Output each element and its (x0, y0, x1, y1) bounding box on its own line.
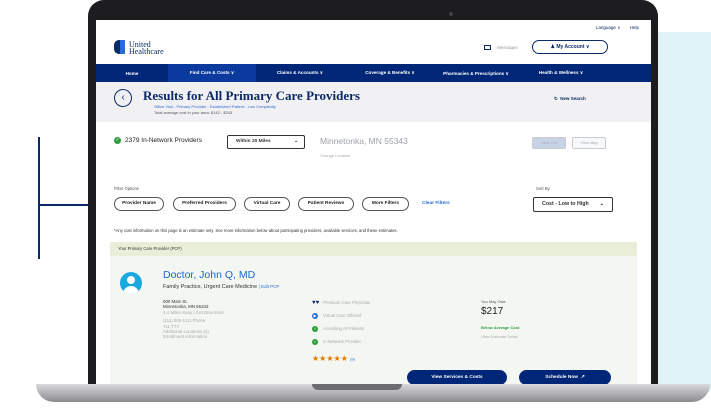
main-nav: Home Find Care & Costs ∨ Claims & Accoun… (96, 64, 651, 82)
new-search-link[interactable]: ↻ New Search (554, 96, 586, 102)
language-link[interactable]: Language ∨ (596, 25, 621, 30)
review-count: (9) (350, 356, 355, 362)
provider-count-label: 2379 In-Network Providers (125, 137, 202, 145)
nav-item-find-care[interactable]: Find Care & Costs ∨ (168, 64, 256, 82)
directions-link[interactable]: 4.4 Miles Away | Get Directions (163, 310, 224, 315)
nav-item-coverage[interactable]: Coverage & Benefits ∨ (344, 70, 436, 76)
cost-note: Below Average Cost (481, 325, 520, 330)
distance-value: Within 20 Miles (236, 139, 271, 144)
filter-virtual-care[interactable]: Virtual Care (244, 197, 290, 211)
help-link[interactable]: Help (630, 25, 639, 30)
edit-pcp-label: Edit PCP (261, 284, 280, 289)
callout-line-vertical (38, 137, 40, 259)
feature-virtual: ▶ Virtual Care Offered (312, 313, 361, 319)
feature-premium-label: Premium Care Physician (323, 300, 371, 305)
chevron-down-icon: ⌄ (293, 139, 298, 144)
you-may-owe-label: You May Owe (481, 299, 506, 304)
filter-preferred-providers[interactable]: Preferred Providers (173, 197, 236, 211)
check-circle-icon: ✓ (312, 326, 318, 332)
logo-icon-accent (120, 40, 125, 54)
laptop-notch (312, 384, 402, 390)
provider-name-link[interactable]: Doctor, John Q, MD (163, 269, 255, 281)
feature-in-network-label: In-Network Provider (323, 339, 361, 345)
screen: Language ∨ Help United Healthcare Messag… (96, 20, 651, 384)
filter-patient-reviews[interactable]: Patient Reviews (298, 197, 354, 211)
video-icon: ▶ (312, 313, 318, 319)
star-rating[interactable]: ★★★★★ (9) (312, 354, 355, 363)
star-icons: ★★★★★ (312, 354, 348, 363)
messages-link[interactable]: Messages (484, 45, 518, 51)
new-search-label: New Search (560, 96, 586, 101)
premium-hearts-icon: ♥♥ (312, 300, 320, 306)
messages-label: Messages (497, 45, 518, 50)
filter-more-filters[interactable]: More Filters (362, 197, 409, 211)
provider-specialty: Family Practice, Urgent Care Medicine | … (163, 284, 279, 290)
filter-options-label: Filter Options (114, 186, 139, 191)
filter-provider-name[interactable]: Provider Name (114, 197, 164, 211)
nav-item-pharmacies[interactable]: Pharmacies & Prescriptions ∨ (436, 71, 516, 76)
estimate-detail-link[interactable]: View Estimate Detail (481, 334, 518, 339)
page-title: Results for All Primary Care Providers (143, 88, 360, 103)
nav-item-home[interactable]: Home (96, 71, 168, 76)
cost-disclaimer: *Any cost information on this page is an… (114, 228, 398, 233)
check-circle-icon: ✓ (114, 137, 121, 144)
change-location-link[interactable]: Change Location (320, 153, 350, 158)
specialty-text: Family Practice, Urgent Care Medicine (163, 284, 258, 290)
procedure-subtitle[interactable]: Office Visit - Primary Provider - Establ… (154, 104, 276, 109)
feature-premium: ♥♥ Premium Care Physician (312, 300, 370, 306)
avatar (120, 272, 142, 294)
view-services-button[interactable]: View Services & Costs (407, 370, 507, 384)
stage: Language ∨ Help United Healthcare Messag… (0, 0, 711, 411)
provider-address: 000 Main St. Minnetonka, MN 55343 4.4 Mi… (163, 299, 224, 340)
check-circle-icon: ✓ (312, 339, 318, 345)
edit-pcp-link[interactable]: | Edit PCP (259, 284, 280, 289)
pcp-header: Your Primary Care Provider (PCP) (110, 242, 637, 256)
utility-links: Language ∨ Help (588, 25, 639, 31)
envelope-icon (484, 45, 491, 51)
schedule-now-button[interactable]: Schedule Now ↗ (519, 370, 611, 384)
brand-logo[interactable]: United Healthcare (129, 41, 164, 56)
feature-accepting-label: Accepting All Patients (323, 326, 365, 332)
feature-accepting: ✓ Accepting All Patients (312, 326, 364, 332)
my-account-button[interactable]: ♟ My Account ∨ (532, 40, 608, 54)
sort-select[interactable]: Cost - Low to High ⌄ (533, 197, 613, 212)
back-button[interactable]: ‹ (114, 89, 132, 107)
sort-by-label: Sort By (536, 186, 550, 191)
view-list-button[interactable]: View List (532, 137, 566, 149)
chevron-left-icon: ‹ (121, 92, 125, 103)
schedule-now-label: Schedule Now (545, 375, 579, 380)
external-link-icon: ↗ (579, 375, 585, 380)
camera (449, 12, 453, 16)
provider-card: Your Primary Care Provider (PCP) Doctor,… (110, 242, 637, 384)
cost-value: $217 (481, 306, 504, 317)
my-account-label: My Account ∨ (556, 44, 590, 50)
average-cost-text: Total average cost in your area: $142 - … (154, 110, 233, 115)
clear-filters-link[interactable]: Clear Filters (422, 201, 450, 206)
brand-line2: Healthcare (129, 47, 164, 56)
distance-select[interactable]: Within 20 Miles ⌄ (227, 135, 305, 149)
chevron-down-icon: ⌄ (599, 201, 604, 207)
nav-item-health-wellness[interactable]: Health & Wellness ∨ (516, 70, 606, 76)
provider-count: ✓ 2379 In-Network Providers (114, 137, 202, 144)
enrollment-info-link[interactable]: Enrollment Information (163, 334, 224, 339)
nav-item-claims[interactable]: Claims & Accounts ∨ (256, 70, 344, 76)
feature-virtual-label: Virtual Care Offered (323, 313, 362, 319)
feature-in-network: ✓ In-Network Provider (312, 339, 361, 345)
location-text: Minnetonka, MN 55343 (320, 136, 408, 146)
view-map-button[interactable]: View Map (572, 137, 606, 149)
sort-value: Cost - Low to High (542, 201, 589, 207)
title-bar: ‹ Results for All Primary Care Providers… (96, 82, 651, 122)
